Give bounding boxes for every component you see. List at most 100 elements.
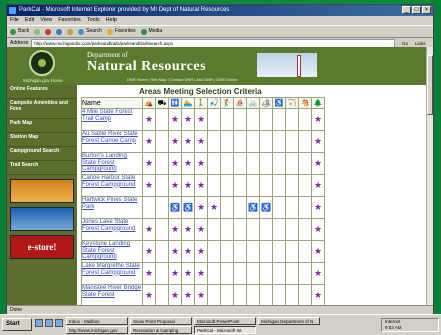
links-button[interactable]: Links bbox=[415, 41, 433, 46]
empty-cell bbox=[155, 152, 169, 175]
dnr-logo[interactable] bbox=[29, 50, 55, 76]
park-name-link[interactable]: 4 Mile State Forest Trail Camp bbox=[81, 108, 143, 131]
stop-button[interactable] bbox=[45, 28, 52, 35]
menu-help[interactable]: Help bbox=[106, 16, 117, 25]
menu-file[interactable]: File bbox=[10, 16, 19, 25]
empty-cell bbox=[298, 152, 312, 175]
scroll-thumb[interactable] bbox=[427, 55, 433, 115]
nav-park-map[interactable]: Park Map bbox=[7, 119, 77, 133]
table-row: Au Sable River State Forest Canoe Camp ★ ★… bbox=[81, 130, 325, 153]
header-links[interactable]: DNR Home | Site Map | Contact DNR | Ask … bbox=[127, 77, 237, 82]
michigan-gov-home-link[interactable]: Michigan.gov Home bbox=[23, 78, 63, 83]
nav-campground-search[interactable]: Campground Search bbox=[7, 147, 77, 161]
start-button[interactable]: Start bbox=[2, 318, 32, 331]
park-name-link[interactable]: Lake Margrethe State Forest Campground bbox=[81, 262, 143, 285]
empty-cell bbox=[207, 262, 221, 285]
star-icon: ★ bbox=[181, 174, 195, 197]
star-icon: ★ bbox=[181, 262, 195, 285]
table-row: Hartwick Pines State Park ♿ ♿ ★ ★ ♿ ♿ ★ bbox=[81, 196, 325, 219]
empty-cell bbox=[233, 284, 247, 305]
stop-icon bbox=[45, 28, 52, 35]
empty-cell bbox=[285, 130, 299, 153]
empty-cell bbox=[259, 218, 273, 241]
accessible-icon: ♿ bbox=[168, 196, 182, 219]
park-name-link[interactable]: Jones Lake State Forest Campground bbox=[81, 218, 143, 241]
results-panel: Areas Meeting Selection Criteria Name ⛺ ⛟… bbox=[79, 85, 427, 305]
park-name-link[interactable]: Canoe Harbor State Forest Campground bbox=[81, 174, 143, 197]
empty-cell bbox=[155, 284, 169, 305]
home-button[interactable] bbox=[67, 28, 74, 35]
outlook-icon[interactable] bbox=[55, 319, 63, 327]
park-name-link[interactable]: Keystone Landing State Forest Campground bbox=[81, 240, 143, 263]
promo-dnr-estore[interactable]: e-store! bbox=[10, 235, 74, 259]
menu-tools[interactable]: Tools bbox=[87, 16, 100, 25]
empty-cell bbox=[233, 108, 247, 131]
go-button[interactable]: Go bbox=[398, 40, 412, 47]
back-button[interactable]: Back bbox=[10, 26, 29, 37]
empty-cell bbox=[155, 130, 169, 153]
empty-cell bbox=[233, 196, 247, 219]
empty-cell bbox=[155, 196, 169, 219]
nav-station-map[interactable]: Station Map bbox=[7, 133, 77, 147]
lighthouse-photo bbox=[257, 53, 317, 77]
taskbar-item-snow-point[interactable]: Snow Point Proposal bbox=[130, 317, 192, 325]
star-icon: ★ bbox=[168, 152, 182, 175]
maximize-button[interactable]: □ bbox=[412, 6, 421, 14]
park-name-link[interactable]: Burton's Landing State Forest Campground bbox=[81, 152, 143, 175]
empty-cell bbox=[285, 284, 299, 305]
favorites-button[interactable]: Favorites bbox=[106, 26, 136, 37]
left-nav: Online Features Campsite Amenities and F… bbox=[7, 85, 77, 305]
empty-cell bbox=[207, 108, 221, 131]
taskbar-item-inbox[interactable]: Inbox - Mailbox bbox=[66, 317, 128, 325]
empty-cell bbox=[155, 218, 169, 241]
search-button[interactable]: Search bbox=[78, 26, 102, 37]
minimize-button[interactable]: _ bbox=[402, 6, 411, 14]
forward-button[interactable] bbox=[34, 28, 41, 35]
media-button[interactable]: Media bbox=[140, 26, 162, 37]
star-icon: ★ bbox=[181, 130, 195, 153]
park-name-link[interactable]: Manistee River Bridge State Forest bbox=[81, 284, 143, 305]
refresh-button[interactable] bbox=[56, 28, 63, 35]
ie-launch-icon[interactable] bbox=[45, 319, 53, 327]
table-row: Burton's Landing State Forest Campground… bbox=[81, 152, 325, 175]
taskbar-item-mdnr[interactable]: Michigan Department of N. bbox=[258, 317, 320, 325]
vertical-scrollbar[interactable] bbox=[426, 47, 433, 305]
menu-edit[interactable]: Edit bbox=[25, 16, 34, 25]
menu-view[interactable]: View bbox=[40, 16, 52, 25]
amenity-header-5: 🎣 bbox=[207, 97, 221, 109]
park-name-link[interactable]: Hartwick Pines State Park bbox=[81, 196, 143, 219]
empty-cell bbox=[246, 262, 260, 285]
amenity-header-9: 🏕 bbox=[259, 97, 273, 109]
menu-favorites[interactable]: Favorites bbox=[58, 16, 81, 25]
star-icon: ★ bbox=[311, 196, 325, 219]
refresh-icon bbox=[56, 28, 63, 35]
taskbar-item-parkcal[interactable]: ParkCal - Microsoft Int bbox=[194, 326, 256, 334]
nav-trail-search[interactable]: Trail Search bbox=[7, 161, 77, 175]
taskbar-item-michigan-gov[interactable]: http://www.michigan.gov bbox=[66, 326, 128, 334]
empty-cell bbox=[220, 240, 234, 263]
system-tray: Internet 9:02 AM bbox=[381, 318, 439, 332]
empty-cell bbox=[233, 240, 247, 263]
empty-cell bbox=[233, 262, 247, 285]
star-icon bbox=[106, 28, 113, 35]
taskbar-item-powerpoint[interactable]: Microsoft PowerPoint bbox=[194, 317, 256, 325]
empty-cell bbox=[220, 284, 234, 305]
amenity-header-10: ♿ bbox=[272, 97, 286, 109]
promo-online-licensing[interactable] bbox=[10, 179, 74, 203]
desktop-icon[interactable] bbox=[35, 319, 43, 327]
star-icon: ★ bbox=[207, 196, 221, 219]
nav-campsite-amenities[interactable]: Campsite Amenities and Fees bbox=[7, 99, 77, 119]
promo-online-reservations[interactable] bbox=[10, 207, 74, 231]
nav-online-features[interactable]: Online Features bbox=[7, 85, 77, 99]
department-title: Department of Natural Resources bbox=[87, 51, 206, 75]
tray-clock[interactable]: 9:02 AM bbox=[385, 325, 438, 331]
star-icon: ★ bbox=[142, 108, 156, 131]
empty-cell bbox=[155, 240, 169, 263]
close-button[interactable]: × bbox=[422, 6, 431, 14]
title-bar[interactable]: ParkCal - Microsoft Internet Explorer pr… bbox=[7, 5, 433, 16]
park-name-link[interactable]: Au Sable River State Forest Canoe Camp bbox=[81, 130, 143, 153]
taskbar-item-recreation[interactable]: Recreation & Camping bbox=[130, 326, 192, 334]
dept-small: Department of bbox=[87, 51, 128, 59]
star-icon: ★ bbox=[168, 218, 182, 241]
empty-cell bbox=[285, 196, 299, 219]
